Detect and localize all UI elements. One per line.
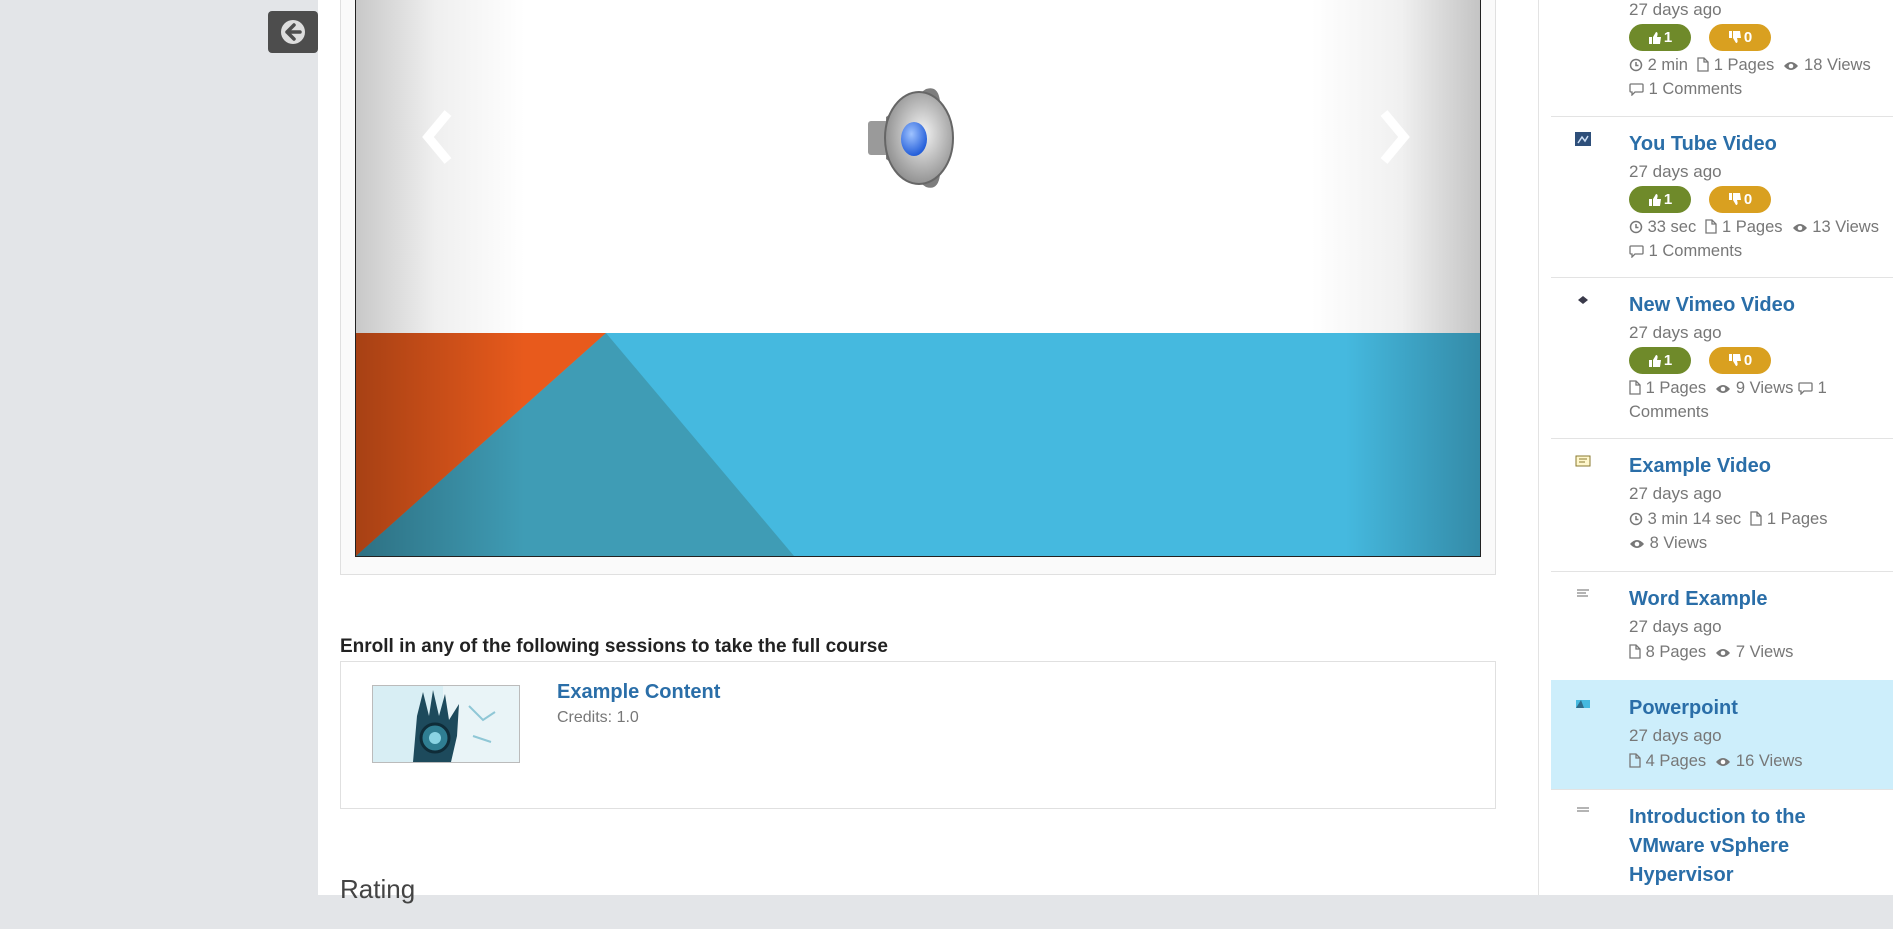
dislike-button[interactable]: 0 — [1709, 186, 1771, 213]
thumbs-up-icon — [1648, 355, 1661, 367]
page-icon — [1629, 380, 1641, 395]
item-title-link[interactable]: You Tube Video — [1629, 130, 1777, 159]
item-title-link[interactable]: Powerpoint — [1629, 694, 1738, 723]
page-icon — [1629, 644, 1641, 659]
sidebar-item[interactable]: 27 days ago 1 0 2 min 1 Pages 18 Views 1… — [1551, 0, 1893, 117]
main-content: Enroll in any of the following sessions … — [318, 0, 1538, 904]
sidebar-item[interactable]: You Tube Video 27 days ago 1 0 33 sec 1 … — [1551, 116, 1893, 278]
item-date: 27 days ago — [1629, 726, 1722, 745]
thumbs-down-icon — [1728, 193, 1741, 205]
enroll-heading: Enroll in any of the following sessions … — [340, 636, 888, 657]
sidebar-item[interactable]: Introduction to the VMware vSphere Hyper… — [1551, 789, 1893, 929]
video-thumbnail-icon — [1575, 132, 1591, 146]
eye-icon — [1716, 385, 1731, 393]
item-meta: 33 sec 1 Pages 13 Views 1 Comments — [1629, 215, 1884, 263]
page-icon — [1697, 57, 1709, 72]
rating-heading: Rating — [340, 874, 416, 904]
page-icon — [1629, 753, 1641, 768]
clock-icon — [1629, 58, 1643, 72]
video-thumbnail-icon — [1575, 455, 1591, 467]
sidebar-item[interactable]: New Vimeo Video 27 days ago 1 0 1 Pages … — [1551, 277, 1893, 439]
item-meta: 2 min 1 Pages 18 Views 1 Comments — [1629, 53, 1884, 101]
item-title-link[interactable]: Word Example — [1629, 585, 1768, 614]
eye-icon — [1784, 62, 1799, 70]
eye-icon — [1630, 540, 1644, 548]
speaker-icon[interactable] — [864, 83, 974, 193]
thumbs-up-icon — [1648, 32, 1661, 44]
item-meta: 8 Pages 7 Views — [1629, 640, 1884, 664]
item-meta: 4 Pages 16 Views — [1629, 749, 1884, 773]
like-button[interactable]: 1 — [1629, 347, 1691, 374]
like-button[interactable]: 1 — [1629, 186, 1691, 213]
session-credits: Credits: 1.0 — [557, 709, 639, 726]
sidebar-content-list: 27 days ago 1 0 2 min 1 Pages 18 Views 1… — [1538, 0, 1893, 895]
slide-viewer — [340, 0, 1496, 575]
back-button[interactable] — [268, 11, 318, 53]
page-icon — [1750, 511, 1762, 526]
eye-icon — [1716, 758, 1731, 766]
prev-slide-chevron-left-icon[interactable] — [418, 107, 458, 167]
clock-icon — [1629, 512, 1643, 526]
dislike-button[interactable]: 0 — [1709, 24, 1771, 51]
like-button[interactable]: 1 — [1629, 24, 1691, 51]
sidebar-item[interactable]: Word Example 27 days ago 8 Pages 7 Views — [1551, 571, 1893, 681]
item-date: 27 days ago — [1629, 484, 1722, 503]
thumbs-down-icon — [1728, 354, 1741, 366]
sidebar-item[interactable]: Example Video 27 days ago 3 min 14 sec 1… — [1551, 438, 1893, 572]
slide-image — [355, 0, 1481, 557]
presentation-thumbnail-icon — [1576, 700, 1590, 708]
item-date: 27 days ago — [1629, 162, 1722, 181]
slide-background-graphic — [356, 333, 1480, 556]
thumbs-down-icon — [1728, 31, 1741, 43]
comment-icon — [1629, 83, 1644, 97]
page-icon — [1705, 219, 1718, 234]
arrow-left-circle-icon — [281, 20, 305, 44]
sidebar-item-active[interactable]: Powerpoint 27 days ago 4 Pages 16 Views — [1551, 680, 1893, 790]
clock-icon — [1629, 220, 1643, 234]
item-title-link[interactable]: Introduction to the VMware vSphere Hyper… — [1629, 803, 1806, 890]
item-date: 27 days ago — [1629, 0, 1722, 19]
session-thumbnail[interactable] — [372, 685, 520, 763]
comment-icon — [1798, 382, 1813, 396]
item-meta: 3 min 14 sec 1 Pages 8 Views — [1629, 507, 1884, 555]
eye-icon — [1792, 224, 1807, 232]
eye-icon — [1716, 649, 1731, 657]
comment-icon — [1629, 245, 1644, 259]
item-meta: 1 Pages 9 Views 1 Comments — [1629, 379, 1827, 421]
session-card: Example Content Credits: 1.0 — [340, 661, 1496, 809]
next-slide-chevron-right-icon[interactable] — [1374, 107, 1414, 167]
thumbs-up-icon — [1648, 194, 1661, 206]
dislike-button[interactable]: 0 — [1709, 347, 1771, 374]
item-date: 27 days ago — [1629, 323, 1722, 342]
item-title-link[interactable]: New Vimeo Video — [1629, 291, 1795, 320]
item-title-link[interactable]: Example Video — [1629, 452, 1771, 481]
session-name-link[interactable]: Example Content — [557, 681, 720, 704]
video-thumbnail-icon — [1578, 296, 1588, 304]
document-thumbnail-icon — [1577, 807, 1589, 812]
document-thumbnail-icon — [1577, 589, 1589, 597]
item-date: 27 days ago — [1629, 617, 1722, 636]
